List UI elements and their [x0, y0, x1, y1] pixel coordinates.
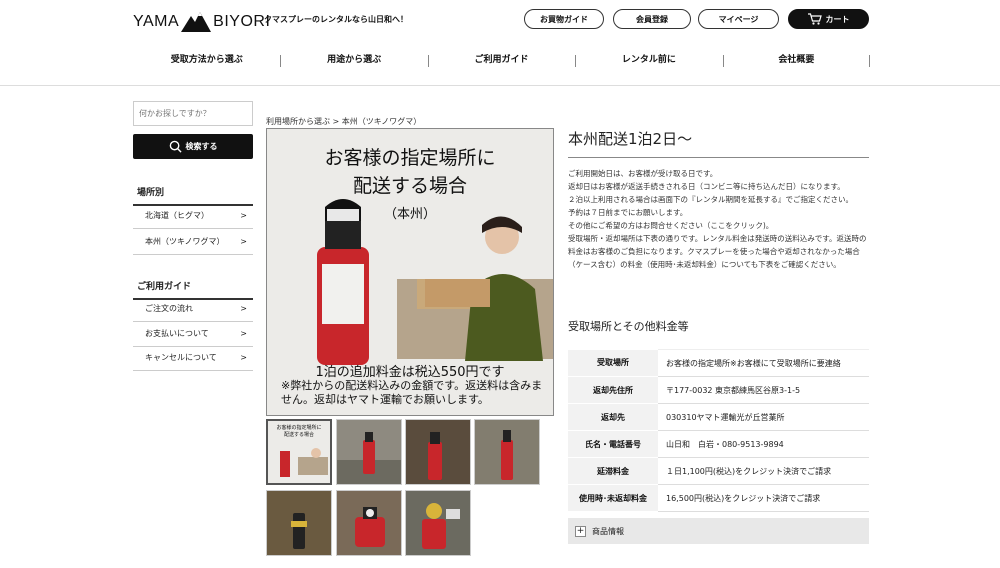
cart-button[interactable]: カート: [788, 9, 869, 29]
fee-key: 延滞料金: [568, 457, 658, 485]
product-description: ご利用開始日は、お客様が受け取る日です。 返却日はお客様が返送手続きされる日（コ…: [568, 167, 869, 271]
product-thumbnail-5[interactable]: [266, 490, 332, 556]
cart-icon: [807, 13, 822, 25]
table-row: 返却先住所 〒177-0032 東京都練馬区谷原3-1-5: [568, 376, 869, 404]
sidebar-item-order-flow[interactable]: ご注文の流れ >: [133, 296, 253, 322]
fee-value: 山日和 白岩・080-9513-9894: [658, 430, 869, 458]
description-line: 予約は７日前までにお願いします。: [568, 208, 688, 217]
description-line: ご利用開始日は、お客様が受け取る日です。: [568, 169, 718, 178]
sidebar-item-label: 本州（ツキノワグマ）: [145, 237, 225, 246]
thumb-spray-icon: [406, 420, 470, 484]
product-thumbnail-6[interactable]: [336, 490, 402, 556]
table-row: 氏名・電話番号 山日和 白岩・080-9513-9894: [568, 430, 869, 458]
sidebar-item-payment[interactable]: お支払いについて >: [133, 321, 253, 347]
search-icon: [169, 140, 182, 153]
chevron-right-icon: >: [240, 304, 247, 313]
main-image-shipping-note: ※弊社からの配送料込みの金額です。返送料は含みません。返却はヤマト運輸でお願いし…: [281, 379, 543, 406]
product-thumbnail-2[interactable]: [336, 419, 402, 485]
product-thumbnail-3[interactable]: [405, 419, 471, 485]
thumb-spray-icon: [475, 420, 539, 484]
chevron-right-icon: >: [240, 211, 247, 220]
nav-item-before-rental[interactable]: レンタル前に: [575, 46, 722, 74]
fee-key: 受取場所: [568, 349, 658, 377]
product-main-image[interactable]: お客様の指定場所に 配送する場合 （本州） 1泊の追加料金は税込550円です ※…: [266, 128, 554, 416]
thumb-spray-icon: [267, 491, 331, 555]
site-logo[interactable]: YAMA BIYORI: [133, 10, 270, 34]
fee-value: １日1,100円(税込)をクレジット決済でご請求: [658, 457, 869, 485]
fee-key: 返却先: [568, 403, 658, 431]
table-row: 返却先 030310ヤマト運輸光が丘営業所: [568, 403, 869, 431]
table-row: 延滞料金 １日1,100円(税込)をクレジット決済でご請求: [568, 457, 869, 485]
product-thumbnail-7[interactable]: [405, 490, 471, 556]
description-line[interactable]: その他にご希望の方はお問合せください（ここをクリック)。: [568, 219, 869, 232]
table-row: 受取場所 お客様の指定場所※お客様にて受取場所に要連絡: [568, 349, 869, 377]
sidebar-item-cancel[interactable]: キャンセルについて >: [133, 345, 253, 371]
shopping-guide-button[interactable]: お買物ガイド: [524, 9, 604, 29]
chevron-right-icon: >: [240, 353, 247, 362]
sidebar-item-label: キャンセルについて: [145, 353, 217, 362]
site-header: YAMA BIYORI クマスプレーのレンタルなら山日和へ！ お買物ガイド 会員…: [0, 0, 1000, 86]
fees-section-title: 受取場所とその他料金等: [568, 320, 689, 333]
mountain-logo-icon: [181, 12, 212, 32]
fee-key: 使用時･未返却料金: [568, 484, 658, 512]
description-line: 返却日はお客様が返送手続きされる日（コンビニ等に持ち込んだ日）になります。: [568, 182, 845, 191]
product-thumbnail-1[interactable]: お客様の指定場所に 配送する場合: [266, 419, 332, 485]
fee-value: お客様の指定場所※お客様にて受取場所に要連絡: [658, 349, 869, 377]
chevron-right-icon: >: [240, 329, 247, 338]
logo-text-left: YAMA: [133, 13, 180, 30]
logo-text-right: BIYORI: [213, 13, 271, 30]
nav-item-purpose[interactable]: 用途から選ぶ: [280, 46, 427, 74]
sidebar-item-honshu[interactable]: 本州（ツキノワグマ） >: [133, 229, 253, 255]
thumb-spray-icon: [280, 448, 328, 477]
sidebar-item-label: お支払いについて: [145, 329, 209, 338]
fees-table: 受取場所 お客様の指定場所※お客様にて受取場所に要連絡 返却先住所 〒177-0…: [568, 349, 869, 512]
nav-item-company[interactable]: 会社概要: [722, 46, 871, 74]
plus-icon: +: [575, 525, 586, 537]
nav-item-guide[interactable]: ご利用ガイド: [427, 46, 575, 74]
main-image-heading-1: お客様の指定場所に: [324, 147, 496, 169]
mypage-button[interactable]: マイページ: [698, 9, 779, 29]
main-image-price-note: 1泊の追加料金は税込550円です: [315, 365, 505, 380]
sidebar-item-hokkaido[interactable]: 北海道（ヒグマ） >: [133, 203, 253, 229]
search-button[interactable]: 検索する: [133, 134, 253, 159]
sidebar-item-label: ご注文の流れ: [145, 304, 193, 313]
fee-value: 030310ヤマト運輸光が丘営業所: [658, 403, 869, 431]
product-info-accordion[interactable]: + 商品情報: [568, 518, 869, 544]
table-row: 使用時･未返却料金 16,500円(税込)をクレジット決済でご請求: [568, 484, 869, 512]
fee-key: 返却先住所: [568, 376, 658, 404]
accordion-label: 商品情報: [592, 526, 624, 536]
fee-value: 〒177-0032 東京都練馬区谷原3-1-5: [658, 376, 869, 404]
search-input[interactable]: [133, 101, 253, 126]
thumb-spray-icon: [337, 432, 401, 484]
site-tagline: クマスプレーのレンタルなら山日和へ！: [264, 15, 408, 24]
sidebar-item-label: 北海道（ヒグマ）: [145, 211, 209, 220]
product-title: 本州配送1泊2日〜: [568, 128, 869, 158]
breadcrumb[interactable]: 利用場所から選ぶ > 本州（ツキノワグマ）: [266, 116, 421, 127]
thumb-spray-icon: [337, 491, 401, 555]
cart-label: カート: [825, 14, 850, 24]
fee-value: 16,500円(税込)をクレジット決済でご請求: [658, 484, 869, 512]
product-thumbnail-4[interactable]: [474, 419, 540, 485]
nav-item-receive-method[interactable]: 受取方法から選ぶ: [133, 46, 280, 74]
chevron-right-icon: >: [240, 237, 247, 246]
description-line: 受取場所・返却場所は下表の通りです。レンタル料金は発送時の送料込みです。返送時の…: [568, 234, 867, 269]
register-button[interactable]: 会員登録: [613, 9, 691, 29]
thumb-spray-icon: [406, 491, 470, 555]
search-button-label: 検索する: [185, 142, 218, 151]
global-nav: 受取方法から選ぶ 用途から選ぶ ご利用ガイド レンタル前に 会社概要: [133, 46, 871, 74]
fee-key: 氏名・電話番号: [568, 430, 658, 458]
description-line: ２泊以上利用される場合は画面下の『レンタル期間を延長する』でご指定ください。: [568, 195, 853, 204]
main-image-heading-2: 配送する場合: [352, 175, 467, 197]
main-image-heading-3: （本州）: [383, 207, 436, 222]
